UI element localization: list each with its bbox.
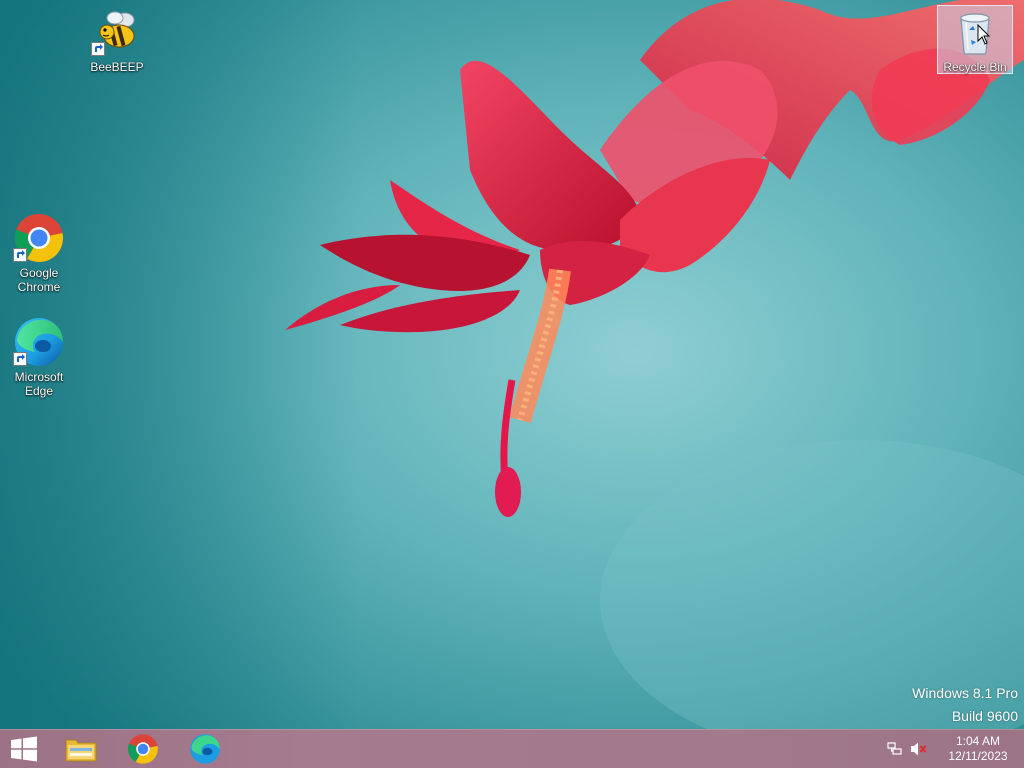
taskbar-chrome-button[interactable] [118,730,168,768]
windows-edition-watermark: Windows 8.1 Pro Build 9600 [912,684,1018,730]
chrome-icon [13,212,65,264]
shortcut-arrow-icon [91,42,105,56]
shortcut-arrow-icon [13,352,27,366]
bee-icon [91,6,143,58]
system-tray: 1:04 AM 12/11/2023 [884,730,1024,768]
watermark-build: Build 9600 [951,708,1018,724]
desktop-icon-label: Recycle Bin [943,60,1007,74]
desktop-icon-google-chrome[interactable]: Google Chrome [2,212,76,294]
desktop-icon-label: Google Chrome [17,266,61,294]
desktop-icon-microsoft-edge[interactable]: Microsoft Edge [2,316,76,398]
taskbar: 1:04 AM 12/11/2023 [0,729,1024,768]
clock-time: 1:04 AM [955,734,1001,748]
network-icon[interactable] [884,738,906,760]
desktop-wallpaper [0,0,1024,729]
taskbar-edge-button[interactable] [180,730,230,768]
taskbar-clock[interactable]: 1:04 AM 12/11/2023 [938,734,1018,764]
desktop-icon-label: BeeBEEP [90,60,144,74]
recycle-bin-icon [953,8,997,56]
edge-icon [13,316,65,368]
file-explorer-icon [65,739,97,762]
desktop-icon-beebeep[interactable]: BeeBEEP [80,6,154,74]
desktop-icon-recycle-bin[interactable]: Recycle Bin [937,5,1013,74]
chrome-icon [128,734,158,764]
volume-muted-icon[interactable] [908,738,930,760]
desktop-icon-label: Microsoft Edge [14,370,64,398]
taskbar-file-explorer-button[interactable] [56,730,106,768]
edge-icon [190,734,220,764]
watermark-edition: Windows 8.1 Pro [912,685,1018,701]
windows-logo-icon [11,736,37,762]
start-button[interactable] [0,730,48,768]
shortcut-arrow-icon [13,248,27,262]
clock-date: 12/11/2023 [948,749,1008,763]
